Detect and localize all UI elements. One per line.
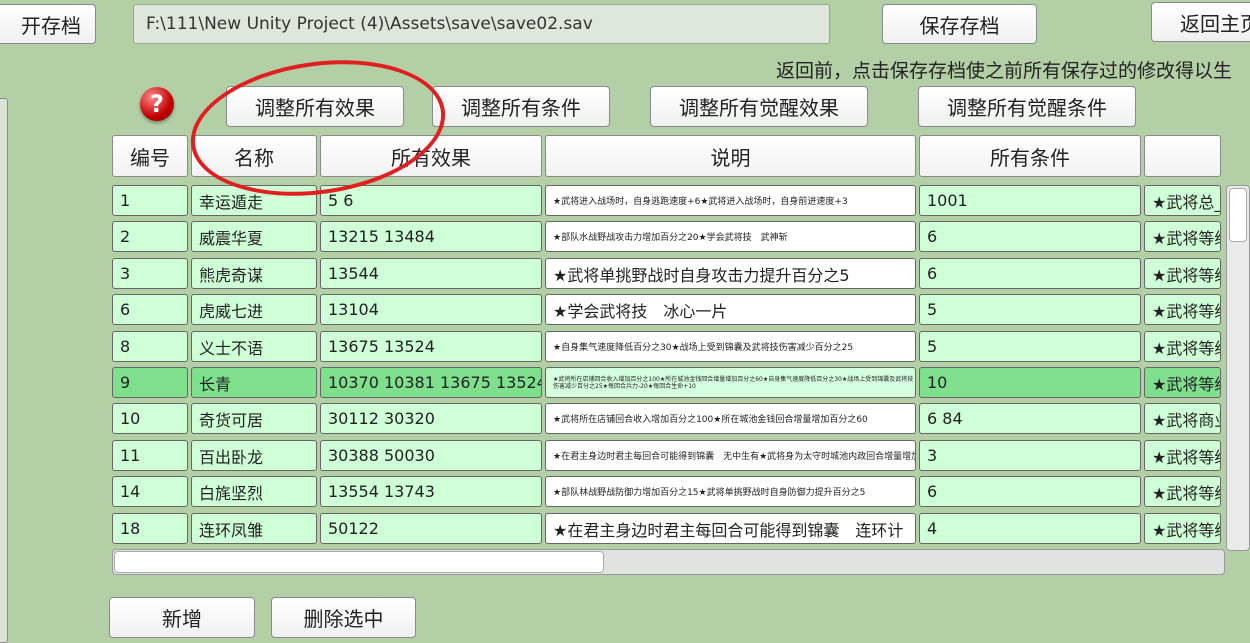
cell-name[interactable]: 白旄坚烈 xyxy=(191,476,317,507)
cell-id[interactable]: 3 xyxy=(112,258,188,289)
adjust-all-awaken-effects-label: 调整所有觉醒效果 xyxy=(679,96,839,120)
cell-name[interactable]: 长青 xyxy=(191,367,317,398)
cell-effects[interactable]: 13215 13484 xyxy=(320,221,542,252)
cell-conditions[interactable]: 5 xyxy=(919,294,1141,325)
cell-conditions[interactable]: 6 xyxy=(919,221,1141,252)
cell-name[interactable]: 百出卧龙 xyxy=(191,440,317,471)
cell-description[interactable]: ★在君主身边时君主每回合可能得到锦囊 无中生有★武将身为太守时城池内政回合增量增… xyxy=(545,440,916,471)
cell-name[interactable]: 义士不语 xyxy=(191,331,317,362)
cell-extra[interactable]: ★武将等级 xyxy=(1144,258,1221,289)
vertical-scrollbar[interactable] xyxy=(1226,185,1250,551)
delete-selected-label: 删除选中 xyxy=(303,607,384,631)
cell-effects[interactable]: 13554 13743 xyxy=(320,476,542,507)
adjust-all-awaken-effects-button[interactable]: 调整所有觉醒效果 xyxy=(650,86,868,127)
cell-description[interactable]: ★自身集气速度降低百分之30★战场上受到锦囊及武将技伤害减少百分之25 xyxy=(545,331,916,362)
cell-extra[interactable]: ★武将等级 xyxy=(1144,294,1221,325)
open-save-button[interactable]: 开存档 xyxy=(0,4,96,44)
cell-extra[interactable]: ★武将等级 xyxy=(1144,476,1221,507)
adjust-all-conditions-label: 调整所有条件 xyxy=(461,96,581,120)
cell-effects[interactable]: 13675 13524 xyxy=(320,331,542,362)
cell-description[interactable]: ★部队林战野战防御力增加百分之15★武将单挑野战时自身防御力提升百分之5 xyxy=(545,476,916,507)
cell-id[interactable]: 11 xyxy=(112,440,188,471)
cell-name[interactable]: 虎威七进 xyxy=(191,294,317,325)
cell-id[interactable]: 8 xyxy=(112,331,188,362)
cell-description[interactable]: ★学会武将技 冰心一片 xyxy=(545,294,916,325)
cell-effects[interactable]: 30388 50030 xyxy=(320,440,542,471)
cell-conditions[interactable]: 1001 xyxy=(919,185,1141,216)
vertical-scroll-thumb[interactable] xyxy=(1229,188,1247,242)
hint-text: 返回前，点击保存存档使之前所有保存过的修改得以生 xyxy=(776,60,1233,82)
cell-effects[interactable]: 13544 xyxy=(320,258,542,289)
column-header-id[interactable]: 编号 xyxy=(112,135,188,177)
cell-description[interactable]: ★部队水战野战攻击力增加百分之20★学会武将技 武神斩 xyxy=(545,221,916,252)
cell-extra[interactable]: ★武将等级 xyxy=(1144,221,1221,252)
cell-description[interactable]: ★武将所在店铺回合收入增加百分之100★所在城池金钱回合增量增加百分之60★自身… xyxy=(545,367,916,398)
help-icon-glyph: ? xyxy=(150,90,164,118)
cell-id[interactable]: 2 xyxy=(112,221,188,252)
cell-name[interactable]: 威震华夏 xyxy=(191,221,317,252)
open-save-label: 开存档 xyxy=(21,13,81,38)
cell-extra[interactable]: ★武将等级 xyxy=(1144,513,1221,544)
column-header-extra[interactable] xyxy=(1144,135,1221,177)
cell-name[interactable]: 熊虎奇谋 xyxy=(191,258,317,289)
cell-conditions[interactable]: 6 xyxy=(919,258,1141,289)
cell-conditions[interactable]: 10 xyxy=(919,367,1141,398)
cell-effects[interactable]: 5 6 xyxy=(320,185,542,216)
cell-conditions[interactable]: 3 xyxy=(919,440,1141,471)
adjust-all-effects-button[interactable]: 调整所有效果 xyxy=(226,86,404,127)
cell-description[interactable]: ★武将单挑野战时自身攻击力提升百分之5 xyxy=(545,258,916,289)
cell-effects[interactable]: 30112 30320 xyxy=(320,403,542,434)
cell-effects[interactable]: 10370 10381 13675 13524 3 xyxy=(320,367,542,398)
save-path-text: F:\111\New Unity Project (4)\Assets\save… xyxy=(146,14,593,34)
cell-id[interactable]: 18 xyxy=(112,513,188,544)
delete-selected-button[interactable]: 删除选中 xyxy=(271,597,416,638)
save-button[interactable]: 保存存档 xyxy=(882,4,1037,44)
column-header-effects[interactable]: 所有效果 xyxy=(320,135,542,177)
cell-id[interactable]: 1 xyxy=(112,185,188,216)
cell-name[interactable]: 幸运遁走 xyxy=(191,185,317,216)
column-header-description[interactable]: 说明 xyxy=(545,135,916,177)
cell-extra[interactable]: ★武将等级 xyxy=(1144,440,1221,471)
add-button[interactable]: 新增 xyxy=(109,597,255,638)
cell-conditions[interactable]: 5 xyxy=(919,331,1141,362)
adjust-all-awaken-conditions-label: 调整所有觉醒条件 xyxy=(947,96,1107,120)
cell-description[interactable]: ★武将进入战场时，自身逃跑速度+6★武将进入战场时，自身前进速度+3 xyxy=(545,185,916,216)
cell-conditions[interactable]: 6 84 xyxy=(919,403,1141,434)
cell-extra[interactable]: ★武将等级 xyxy=(1144,367,1221,398)
cell-effects[interactable]: 50122 xyxy=(320,513,542,544)
cell-extra[interactable]: ★武将等级 xyxy=(1144,331,1221,362)
cell-id[interactable]: 14 xyxy=(112,476,188,507)
cell-id[interactable]: 10 xyxy=(112,403,188,434)
cell-id[interactable]: 6 xyxy=(112,294,188,325)
horizontal-scroll-thumb[interactable] xyxy=(114,551,604,573)
help-icon[interactable]: ? xyxy=(140,87,174,121)
cell-description[interactable]: ★在君主身边时君主每回合可能得到锦囊 连环计 xyxy=(545,513,916,544)
add-button-label: 新增 xyxy=(162,607,202,631)
cell-name[interactable]: 连环凤雏 xyxy=(191,513,317,544)
cell-effects[interactable]: 13104 xyxy=(320,294,542,325)
cell-conditions[interactable]: 4 xyxy=(919,513,1141,544)
back-home-button[interactable]: 返回主页 xyxy=(1151,2,1250,42)
adjust-all-effects-label: 调整所有效果 xyxy=(255,96,375,120)
cell-id[interactable]: 9 xyxy=(112,367,188,398)
column-header-conditions[interactable]: 所有条件 xyxy=(919,135,1141,177)
save-button-label: 保存存档 xyxy=(919,13,1000,38)
cell-extra[interactable]: ★武将商业 xyxy=(1144,403,1221,434)
cell-description[interactable]: ★武将所在店铺回合收入增加百分之100★所在城池金钱回合增量增加百分之60 xyxy=(545,403,916,434)
left-side-panel xyxy=(0,98,8,643)
back-home-label: 返回主页 xyxy=(1180,11,1250,36)
cell-extra[interactable]: ★武将总_ xyxy=(1144,185,1221,216)
save-path-field[interactable]: F:\111\New Unity Project (4)\Assets\save… xyxy=(133,4,830,44)
cell-conditions[interactable]: 6 xyxy=(919,476,1141,507)
adjust-all-awaken-conditions-button[interactable]: 调整所有觉醒条件 xyxy=(918,86,1136,127)
adjust-all-conditions-button[interactable]: 调整所有条件 xyxy=(432,86,610,127)
horizontal-scrollbar[interactable] xyxy=(112,549,1225,575)
column-header-name[interactable]: 名称 xyxy=(191,135,317,177)
cell-name[interactable]: 奇货可居 xyxy=(191,403,317,434)
